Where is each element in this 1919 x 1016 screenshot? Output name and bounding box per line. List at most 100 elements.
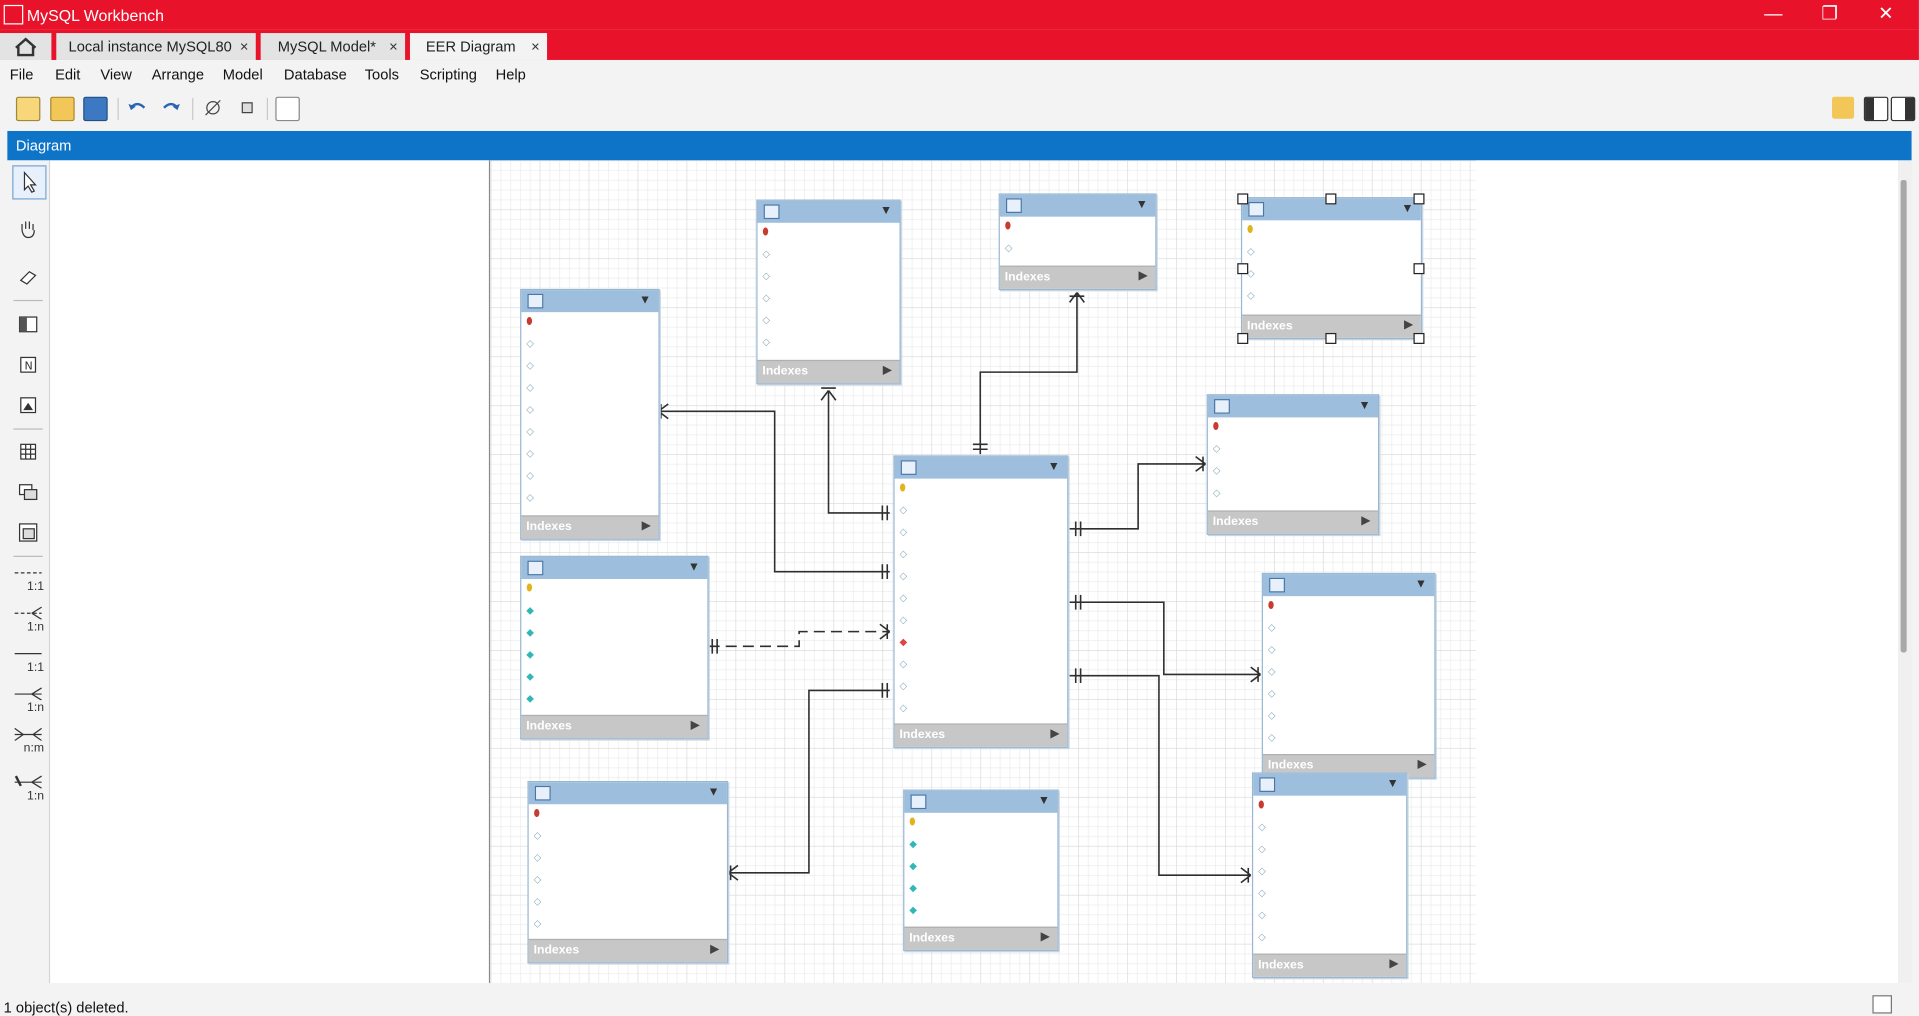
table-card[interactable]: ▼ ⬮ ◇ ◇ ◇ Indexes ▶ — [1206, 394, 1380, 535]
expand-arrow-icon[interactable]: ▶ — [1389, 957, 1398, 970]
output-panel-toggle-icon[interactable] — [1872, 995, 1892, 1014]
collapse-arrow-icon[interactable]: ▼ — [880, 204, 892, 217]
table-card-selected[interactable]: ▼ ⬮ ◇ ◇ ◇ Indexes ▶ — [1240, 197, 1423, 340]
close-window-button[interactable]: ✕ — [1858, 0, 1914, 29]
new-model-icon[interactable] — [15, 96, 41, 122]
table-header[interactable]: ▼ — [1207, 395, 1378, 418]
expand-arrow-icon[interactable]: ▶ — [1050, 727, 1059, 740]
text-note-tool-icon[interactable]: N — [12, 349, 44, 381]
table-header[interactable]: ▼ — [1262, 574, 1435, 597]
resize-handle[interactable] — [1237, 332, 1249, 344]
resize-handle[interactable] — [1325, 332, 1337, 344]
indexes-section[interactable]: Indexes ▶ — [528, 938, 727, 963]
tab-close-icon[interactable]: × — [389, 33, 398, 60]
table-card[interactable]: ▼ ⬮ ◇ ◇ ◇ ◇ ◇ ◇ Indexes ▶ — [1251, 772, 1408, 979]
vertical-scrollbar[interactable] — [1898, 160, 1912, 983]
save-model-icon[interactable] — [83, 96, 108, 122]
table-card[interactable]: ▼ ⬮ ◇ Indexes ▶ — [998, 193, 1157, 291]
table-header[interactable]: ▼ — [757, 200, 900, 223]
hand-tool-icon[interactable] — [12, 213, 44, 245]
indexes-section[interactable]: Indexes ▶ — [521, 515, 659, 539]
resize-handle[interactable] — [1413, 263, 1425, 275]
tab-mysql-model[interactable]: MySQL Model* × — [260, 33, 406, 60]
new-diagram-icon[interactable] — [275, 96, 300, 122]
collapse-arrow-icon[interactable]: ▼ — [1401, 202, 1413, 215]
tab-home[interactable] — [0, 33, 52, 60]
layer-tool-icon[interactable] — [12, 308, 44, 340]
indexes-section[interactable]: Indexes ▶ — [757, 359, 900, 384]
menu-model[interactable]: Model — [223, 66, 263, 83]
diagram-canvas-area[interactable]: ▼ ⬮ ◇ ◇ ◇ ◇ ◇ ◇ ◇ ◇ Indexes ▶ ▼ ⬮ ◇ ◇ ◇ — [50, 160, 1899, 983]
expand-arrow-icon[interactable]: ▶ — [1138, 269, 1147, 282]
toggle-secondary-sidebar-icon[interactable] — [1890, 96, 1916, 122]
indexes-section[interactable]: Indexes ▶ — [904, 926, 1058, 950]
collapse-arrow-icon[interactable]: ▼ — [639, 294, 651, 307]
restore-button[interactable]: ❐ — [1801, 0, 1857, 29]
relationship-1-1-tool[interactable]: 1:1 — [12, 645, 44, 677]
expand-arrow-icon[interactable]: ▶ — [1404, 318, 1413, 331]
menu-file[interactable]: File — [10, 66, 34, 83]
select-tool-icon[interactable] — [12, 165, 47, 200]
collapse-arrow-icon[interactable]: ▼ — [1387, 777, 1399, 790]
tab-local-instance[interactable]: Local instance MySQL80 × — [56, 33, 256, 60]
expand-arrow-icon[interactable]: ▶ — [710, 943, 719, 956]
expand-arrow-icon[interactable]: ▶ — [642, 519, 651, 532]
table-header[interactable]: ▼ — [521, 290, 659, 313]
relationship-1-1-identifying-tool[interactable]: 1:1 — [12, 564, 44, 596]
table-header[interactable]: ▼ — [904, 790, 1058, 813]
collapse-arrow-icon[interactable]: ▼ — [1415, 578, 1427, 591]
toggle-grid-icon[interactable] — [202, 97, 224, 119]
collapse-arrow-icon[interactable]: ▼ — [1038, 794, 1050, 807]
undo-icon[interactable] — [126, 97, 148, 119]
image-tool-icon[interactable] — [12, 389, 44, 421]
minimize-button[interactable]: — — [1745, 0, 1801, 29]
resize-handle[interactable] — [1237, 263, 1249, 275]
tab-close-icon[interactable]: × — [240, 33, 249, 60]
table-card[interactable]: ▼ ⬮ ◆ ◆ ◆ ◆ ◆ Indexes ▶ — [520, 555, 709, 740]
indexes-section[interactable]: Indexes ▶ — [521, 714, 708, 739]
indexes-section[interactable]: Indexes ▶ — [999, 265, 1156, 289]
resize-handle[interactable] — [1237, 193, 1249, 205]
resize-handle[interactable] — [1325, 193, 1337, 205]
new-routine-group-tool-icon[interactable] — [12, 517, 44, 549]
toggle-sidebar-icon[interactable] — [1863, 96, 1889, 122]
eraser-tool-icon[interactable] — [12, 261, 44, 293]
table-card[interactable]: ▼ ⬮ ◇ ◇ ◇ ◇ ◇ Indexes ▶ — [756, 199, 901, 385]
table-header[interactable]: ▼ — [894, 456, 1068, 479]
collapse-arrow-icon[interactable]: ▼ — [707, 786, 719, 799]
tab-close-icon[interactable]: × — [531, 33, 540, 60]
indexes-section[interactable]: Indexes ▶ — [894, 723, 1068, 747]
menu-database[interactable]: Database — [284, 66, 347, 83]
redo-icon[interactable] — [160, 97, 182, 119]
scrollbar-thumb[interactable] — [1900, 179, 1907, 653]
expand-arrow-icon[interactable]: ▶ — [1361, 514, 1370, 527]
table-card[interactable]: ▼ ⬮ ◇ ◇ ◇ ◇ ◇ ◇ ◆ ◇ ◇ ◇ Indexes ▶ — [893, 455, 1069, 748]
collapse-arrow-icon[interactable]: ▼ — [688, 561, 700, 574]
resize-handle[interactable] — [1413, 332, 1425, 344]
align-to-grid-icon[interactable] — [236, 97, 258, 119]
table-header[interactable]: ▼ — [1253, 773, 1407, 796]
relationship-1-n-tool[interactable]: 1:n — [12, 685, 44, 717]
collapse-arrow-icon[interactable]: ▼ — [1359, 399, 1371, 412]
expand-arrow-icon[interactable]: ▶ — [1041, 930, 1050, 943]
table-header[interactable]: ▼ — [521, 556, 708, 579]
indexes-section[interactable]: Indexes ▶ — [1207, 510, 1378, 534]
relationship-n-m-tool[interactable]: n:m — [12, 726, 44, 758]
table-card[interactable]: ▼ ⬮ ◇ ◇ ◇ ◇ ◇ Indexes ▶ — [527, 780, 729, 964]
menu-edit[interactable]: Edit — [55, 66, 80, 83]
collapse-arrow-icon[interactable]: ▼ — [1048, 460, 1060, 473]
expand-arrow-icon[interactable]: ▶ — [1418, 758, 1427, 771]
new-view-tool-icon[interactable] — [12, 476, 44, 508]
menu-help[interactable]: Help — [496, 66, 526, 83]
menu-arrange[interactable]: Arrange — [152, 66, 204, 83]
table-header[interactable]: ▼ — [528, 782, 727, 805]
table-card[interactable]: ▼ ⬮ ◇ ◇ ◇ ◇ ◇ ◇ Indexes ▶ — [1261, 572, 1436, 779]
collapse-arrow-icon[interactable]: ▼ — [1136, 198, 1148, 211]
expand-arrow-icon[interactable]: ▶ — [691, 719, 700, 732]
search-icon[interactable] — [1832, 96, 1855, 119]
tab-eer-diagram[interactable]: EER Diagram × — [409, 33, 548, 60]
expand-arrow-icon[interactable]: ▶ — [883, 364, 892, 377]
menu-scripting[interactable]: Scripting — [420, 66, 477, 83]
indexes-section[interactable]: Indexes ▶ — [1253, 953, 1407, 977]
table-header[interactable]: ▼ — [999, 194, 1156, 217]
